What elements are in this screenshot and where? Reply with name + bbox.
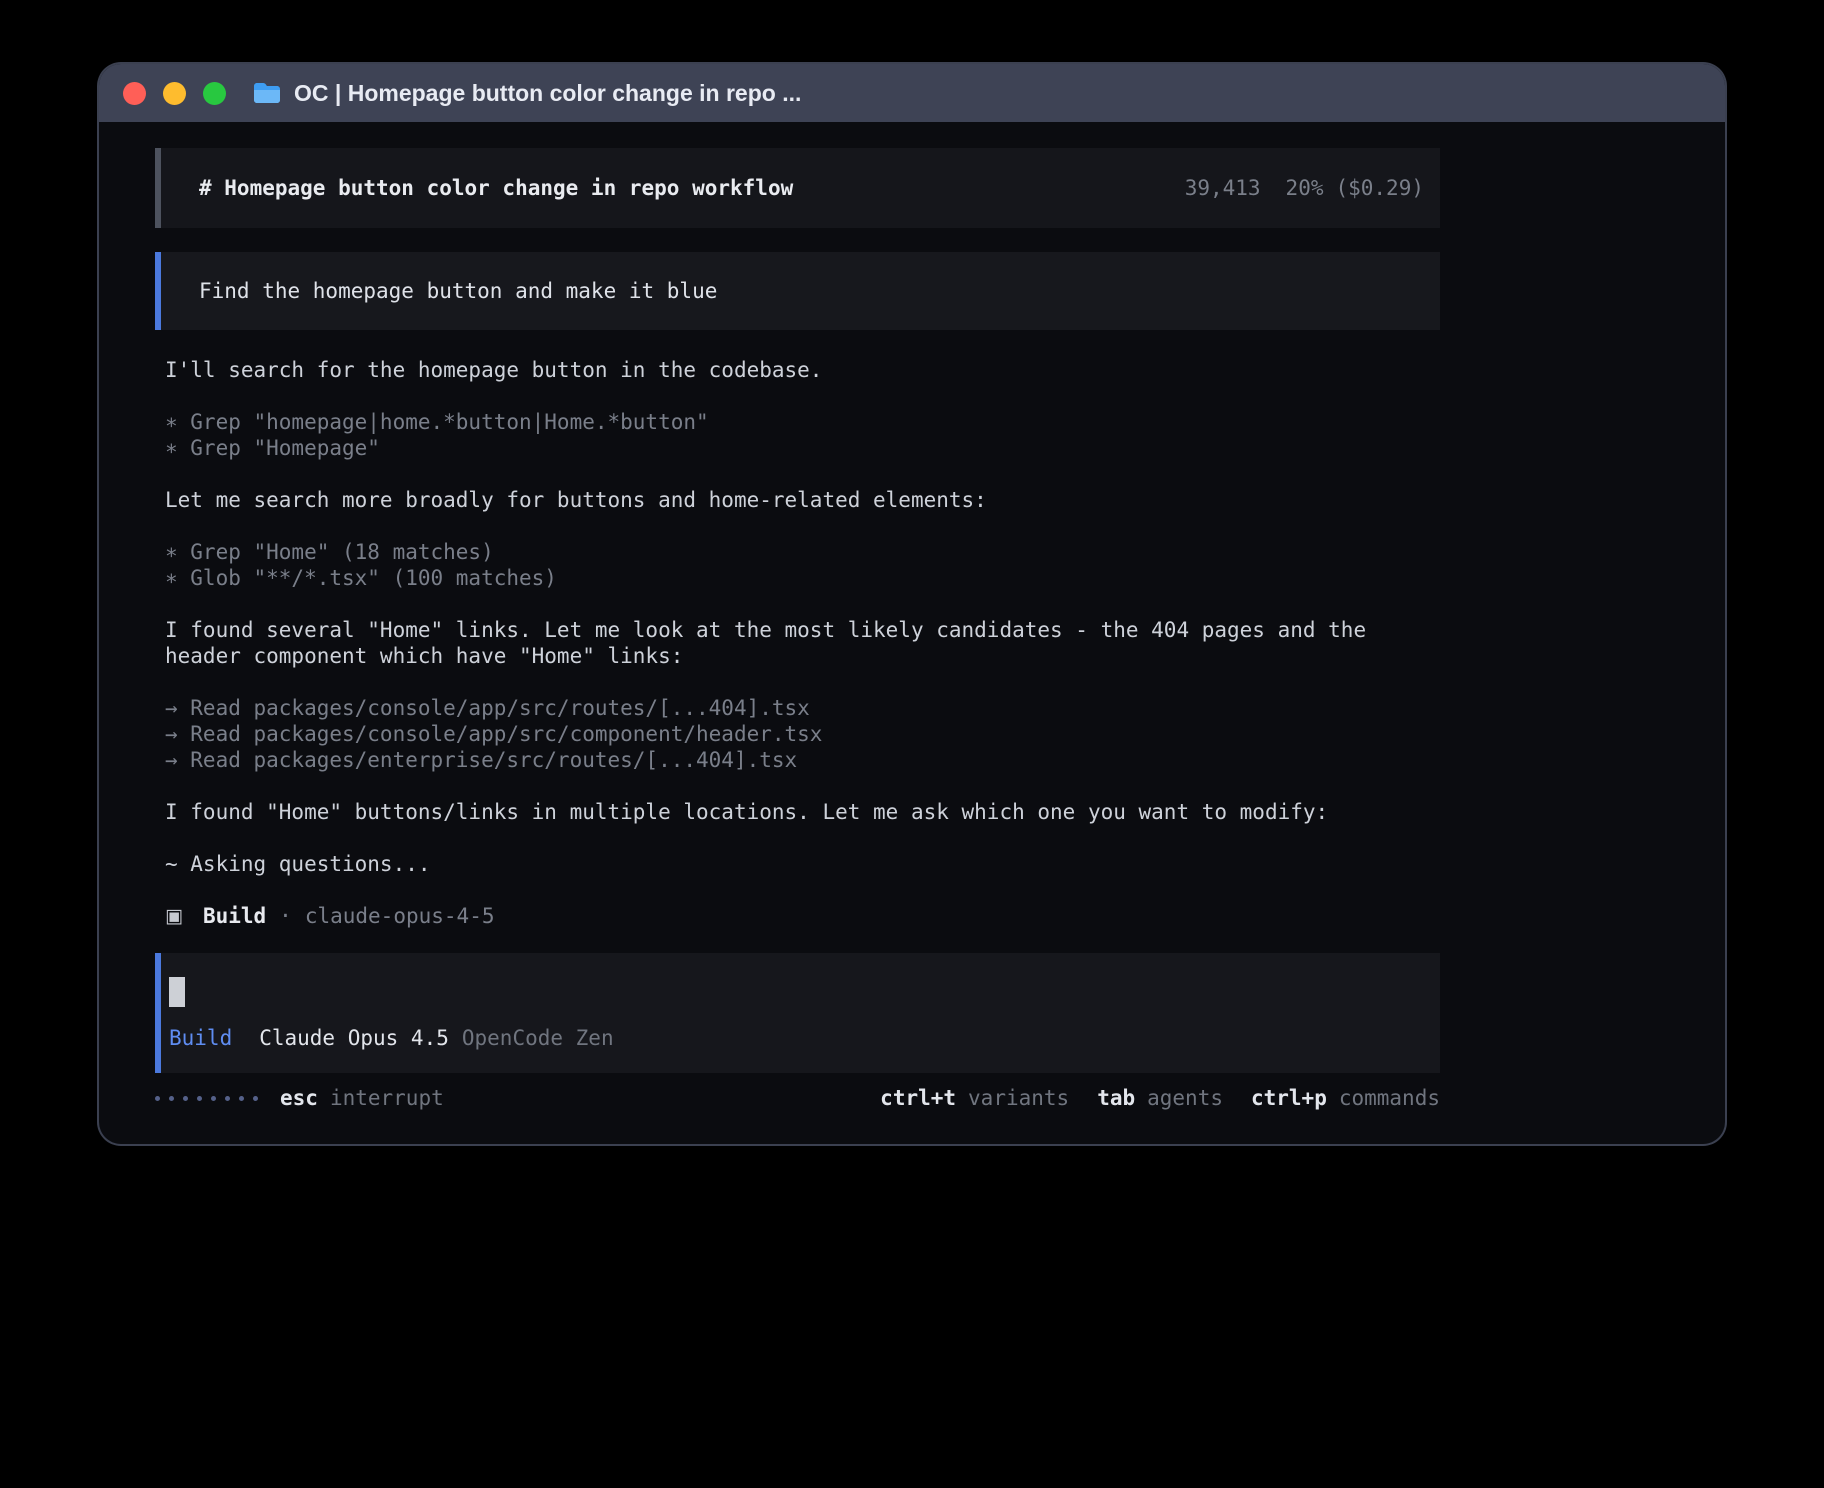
hint-variants: ctrl+tvariants: [880, 1086, 1069, 1110]
transcript-line: ∗ Grep "Home" (18 matches): [165, 539, 1440, 565]
agent-icon: ▣: [165, 903, 183, 929]
transcript-line: [165, 877, 1440, 903]
spinner-dot: [183, 1096, 188, 1101]
spinner-dot: [197, 1096, 202, 1101]
spinner-dot: [253, 1096, 258, 1101]
transcript-line: I'll search for the homepage button in t…: [165, 357, 1440, 383]
session-stats: 39,413 20% ($0.29): [1058, 152, 1424, 224]
transcript-line: [165, 825, 1440, 851]
spinner-dot: [239, 1096, 244, 1101]
close-button[interactable]: [123, 82, 146, 105]
minimize-button[interactable]: [163, 82, 186, 105]
spinner-dot: [169, 1096, 174, 1101]
transcript: I'll search for the homepage button in t…: [155, 357, 1440, 903]
transcript-line: header component which have "Home" links…: [165, 643, 1440, 669]
zoom-button[interactable]: [203, 82, 226, 105]
agent-name: Build: [203, 903, 266, 929]
transcript-line: [165, 669, 1440, 695]
transcript-line: ~ Asking questions...: [165, 851, 1440, 877]
terminal-content: # Homepage button color change in repo w…: [99, 122, 1725, 1144]
token-count: 39,413: [1185, 176, 1261, 200]
key-ctrl-t: ctrl+t: [880, 1086, 956, 1110]
context-percent: 20%: [1286, 176, 1324, 200]
agent-status: ▣ Build · claude-opus-4-5: [155, 903, 1440, 929]
prompt-input[interactable]: Build Claude Opus 4.5 OpenCode Zen: [155, 953, 1440, 1073]
prompt-meta: Build Claude Opus 4.5 OpenCode Zen: [169, 1025, 1424, 1051]
transcript-line: → Read packages/enterprise/src/routes/[.…: [165, 747, 1440, 773]
spinner-dots: [155, 1096, 258, 1101]
transcript-line: [165, 513, 1440, 539]
spinner-dot: [211, 1096, 216, 1101]
key-esc: esc: [280, 1086, 318, 1110]
provider-label: OpenCode Zen: [462, 1025, 614, 1051]
transcript-line: → Read packages/console/app/src/componen…: [165, 721, 1440, 747]
model-label: Claude Opus 4.5: [259, 1025, 449, 1051]
text-cursor: [169, 977, 185, 1007]
transcript-line: I found several "Home" links. Let me loo…: [165, 617, 1440, 643]
folder-icon: [252, 81, 282, 105]
session-title: # Homepage button color change in repo w…: [199, 176, 793, 200]
window-titlebar[interactable]: OC | Homepage button color change in rep…: [99, 64, 1725, 122]
key-tab: tab: [1097, 1086, 1135, 1110]
spinner-dot: [155, 1096, 160, 1101]
session-header: # Homepage button color change in repo w…: [155, 148, 1440, 228]
user-message: Find the homepage button and make it blu…: [155, 252, 1440, 330]
transcript-line: [165, 461, 1440, 487]
spinner-dot: [225, 1096, 230, 1101]
key-ctrl-p: ctrl+p: [1251, 1086, 1327, 1110]
transcript-line: → Read packages/console/app/src/routes/[…: [165, 695, 1440, 721]
agent-model: claude-opus-4-5: [305, 903, 495, 929]
transcript-line: ∗ Grep "Homepage": [165, 435, 1440, 461]
transcript-line: [165, 591, 1440, 617]
transcript-line: Let me search more broadly for buttons a…: [165, 487, 1440, 513]
agent-separator: ·: [279, 903, 292, 929]
hint-interrupt: escinterrupt: [280, 1086, 444, 1110]
window-controls: [123, 82, 226, 105]
transcript-line: [165, 773, 1440, 799]
window-title: OC | Homepage button color change in rep…: [294, 80, 801, 107]
user-message-text: Find the homepage button and make it blu…: [199, 279, 717, 303]
hint-agents: tabagents: [1097, 1086, 1223, 1110]
status-bar: escinterrupt ctrl+tvariants tabagents ct…: [155, 1085, 1440, 1111]
transcript-line: ∗ Grep "homepage|home.*button|Home.*butt…: [165, 409, 1440, 435]
hint-commands: ctrl+pcommands: [1251, 1086, 1440, 1110]
mode-badge: Build: [169, 1025, 232, 1051]
terminal-window: OC | Homepage button color change in rep…: [99, 64, 1725, 1144]
transcript-line: ∗ Glob "**/*.tsx" (100 matches): [165, 565, 1440, 591]
session-cost: ($0.29): [1335, 176, 1424, 200]
transcript-line: I found "Home" buttons/links in multiple…: [165, 799, 1440, 825]
transcript-line: [165, 383, 1440, 409]
